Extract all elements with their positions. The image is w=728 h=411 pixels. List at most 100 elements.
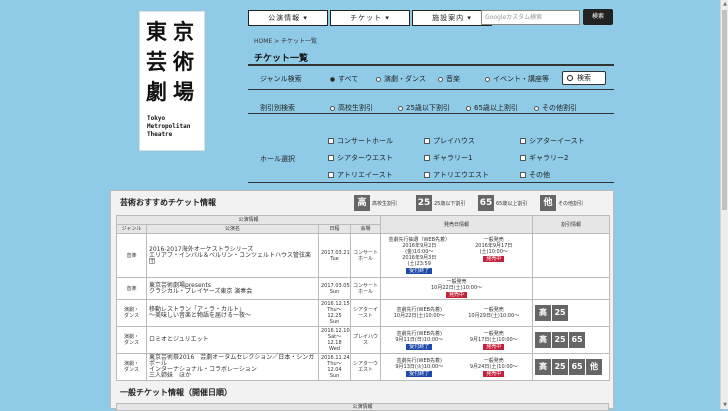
discount-badge-icon: 25 [552, 359, 569, 375]
header-date: 日程 [318, 224, 351, 234]
cell-date: 2016.11.24 Thu～12.04 Sun [318, 353, 351, 381]
table-row: 音楽 2016-2017海外オーケストラシリーズ エリアフ・インバル＆ベルリン・コン… [116, 233, 611, 278]
genre-option-events[interactable]: イベント・講座等 [485, 74, 549, 84]
hall-option-playhouse[interactable]: プレイハウス [424, 136, 475, 146]
cell-title[interactable]: 東京芸術劇場presents クラシカル・プレイヤーズ東京 演奏会 [146, 277, 319, 300]
hall-option-concert[interactable]: コンサートホール [328, 136, 393, 146]
cell-genre: 音楽 [116, 233, 147, 278]
discount-badge-icon: 65 [569, 332, 586, 348]
over65-discount-icon: 65 [478, 195, 494, 211]
radio-icon[interactable] [534, 105, 539, 111]
checkbox-icon[interactable] [520, 138, 526, 144]
discount-option-other[interactable]: その他割引 [534, 103, 577, 113]
radio-icon[interactable] [438, 76, 443, 82]
general-tickets-title: 一般チケット情報（開催日順） [120, 388, 232, 397]
global-nav: 公演情報 ▾ チケット ▾ 施設案内 ▾ [248, 10, 494, 26]
scrollbar-thumb[interactable] [722, 10, 727, 210]
sales-closed-button[interactable]: 受付終了 [406, 268, 433, 274]
checkbox-icon[interactable] [424, 138, 430, 144]
hall-option-gallery1[interactable]: ギャラリー1 [424, 153, 472, 163]
genre-search-button[interactable]: 検索 [562, 71, 606, 85]
site-logo[interactable]: 東 京 芸 術 劇 場 Tokyo Metropolitan Theatre [139, 11, 205, 151]
scroll-up-arrow-icon[interactable]: ▲ [721, 0, 728, 8]
radio-icon[interactable] [376, 76, 381, 82]
hall-filter-row: ホール選択 コンサートホール プレイハウス シアターイースト シアターウエスト … [248, 126, 614, 184]
breadcrumb[interactable]: HOME > チケット一覧 [254, 36, 317, 45]
genre-filter-label: ジャンル検索 [260, 75, 302, 83]
cell-title[interactable]: 移動レストラン「ア・ラ・カルト」 ～美味しい音楽と物語を届ける一夜～ [146, 299, 319, 327]
radio-selected-icon[interactable] [330, 76, 335, 82]
discount-badge-icon: 25 [552, 332, 569, 348]
table-row: 演劇・ ダンス 東京芸術祭2016 芸劇オータムセレクション／日本・シンガポール イン… [116, 353, 611, 381]
checkbox-icon[interactable] [328, 155, 334, 161]
hall-filter-label: ホール選択 [260, 155, 295, 163]
logo-kanji-1: 東 [146, 19, 167, 44]
site-search-input[interactable]: Googleカスタム検索 [481, 10, 580, 25]
genre-option-all[interactable]: すべて [330, 74, 358, 84]
cell-sales: 芸劇先行(WEB先着) 9月13日(火)10:00～ 受付終了 一般発売 9月24日(土… [380, 353, 534, 381]
checkbox-icon[interactable] [520, 155, 526, 161]
cell-genre: 演劇・ ダンス [116, 299, 147, 327]
logo-english: Tokyo Metropolitan Theatre [147, 115, 191, 138]
cell-venue: コンサート ホール [349, 233, 382, 278]
nav-facilities[interactable]: 施設案内 ▾ [412, 10, 492, 26]
checkbox-icon[interactable] [328, 172, 334, 178]
genre-option-music[interactable]: 音楽 [438, 74, 460, 84]
page-title: チケット一覧 [254, 54, 309, 64]
nav-performances[interactable]: 公演情報 ▾ [248, 10, 328, 26]
discount-filter-row: 割引別検索 高校生割引 25歳以下割引 65歳以上割引 その他割引 [248, 90, 614, 114]
cell-title[interactable]: ロミオとジュリエット [146, 326, 319, 354]
cell-sales: 芸劇先行抽選（WEB先着） 2016年9月2日 (金)10:00～ 2016年9月3日… [380, 233, 534, 278]
sales-closed-button[interactable]: 受付終了 [406, 343, 433, 350]
cell-date: 2016.12.10 Sat～12.18 Wed [318, 326, 351, 354]
cell-date: 2017.03.21 Tue [318, 233, 351, 278]
hall-option-atelier-west[interactable]: アトリエウエスト [424, 170, 489, 180]
on-sale-button[interactable]: 発売中 [483, 370, 505, 377]
recommended-section-title: 芸術おすすめチケット情報 [120, 198, 216, 207]
radio-icon[interactable] [485, 76, 490, 82]
discount-badge-icon: 25 [552, 305, 569, 321]
discount-option-highschool[interactable]: 高校生割引 [330, 103, 373, 113]
on-sale-button[interactable]: 発売中 [446, 292, 468, 298]
nav-tickets[interactable]: チケット ▾ [330, 10, 410, 26]
header-title: 公演名 [146, 224, 319, 234]
cell-discount: 高 25 [532, 299, 611, 327]
cell-venue: シアターウ エスト [349, 353, 382, 381]
legend-other: 他その他割引 [540, 195, 583, 211]
radio-icon[interactable] [398, 105, 403, 111]
genre-option-theatre-dance[interactable]: 演劇・ダンス [376, 74, 426, 84]
cell-title[interactable]: 東京芸術祭2016 芸劇オータムセレクション／日本・シンガポール インターナショナ… [146, 353, 319, 381]
genre-filter-row: ジャンル検索 すべて 演劇・ダンス 音楽 イベント・講座等 検索 [248, 66, 614, 90]
cell-sales: 芸劇先行(WEB先着) 9月11日(日)10:00～ 受付終了 一般発売 9月17日(土… [380, 326, 534, 354]
cell-title[interactable]: 2016-2017海外オーケストラシリーズ エリアフ・インバル＆ベルリン・コンツェ… [146, 233, 319, 278]
cell-discount [532, 277, 611, 300]
checkbox-icon[interactable] [424, 155, 430, 161]
checkbox-icon[interactable] [520, 172, 526, 178]
radio-icon[interactable] [330, 105, 335, 111]
on-sale-button[interactable]: 発売中 [483, 256, 505, 262]
discount-option-u25[interactable]: 25歳以下割引 [398, 103, 450, 113]
scroll-down-arrow-icon[interactable]: ▼ [721, 401, 728, 409]
on-sale-button[interactable]: 発売中 [483, 343, 505, 350]
highschool-discount-icon: 高 [354, 195, 370, 211]
hall-option-gallery2[interactable]: ギャラリー2 [520, 153, 568, 163]
checkbox-icon[interactable] [424, 172, 430, 178]
cell-sales: 一般発売 10月22日(土)10:00～ 発売中 [380, 277, 534, 300]
cell-genre: 演劇・ ダンス [116, 326, 147, 354]
hall-option-other[interactable]: その他 [520, 170, 550, 180]
header-discount-info: 割引情報 [532, 215, 611, 234]
discount-option-65[interactable]: 65歳以上割引 [466, 103, 518, 113]
hall-option-atelier-east[interactable]: アトリエイースト [328, 170, 393, 180]
vertical-scrollbar[interactable]: ▲ ▼ [720, 0, 728, 409]
legend-highschool: 高高校生割引 [354, 195, 397, 211]
hall-option-theatre-west[interactable]: シアターウエスト [328, 153, 393, 163]
cell-venue: コンサート ホール [349, 277, 382, 300]
sales-closed-button[interactable]: 受付終了 [406, 370, 433, 377]
table-row: 音楽 東京芸術劇場presents クラシカル・プレイヤーズ東京 演奏会 2017.0… [116, 277, 611, 300]
radio-icon[interactable] [466, 105, 471, 111]
checkbox-icon[interactable] [328, 138, 334, 144]
cell-discount: 高 25 65 [532, 326, 611, 354]
discount-badge-icon: 高 [535, 359, 552, 375]
hall-option-theatre-east[interactable]: シアターイースト [520, 136, 585, 146]
site-search-button[interactable]: 検索 [583, 9, 613, 25]
